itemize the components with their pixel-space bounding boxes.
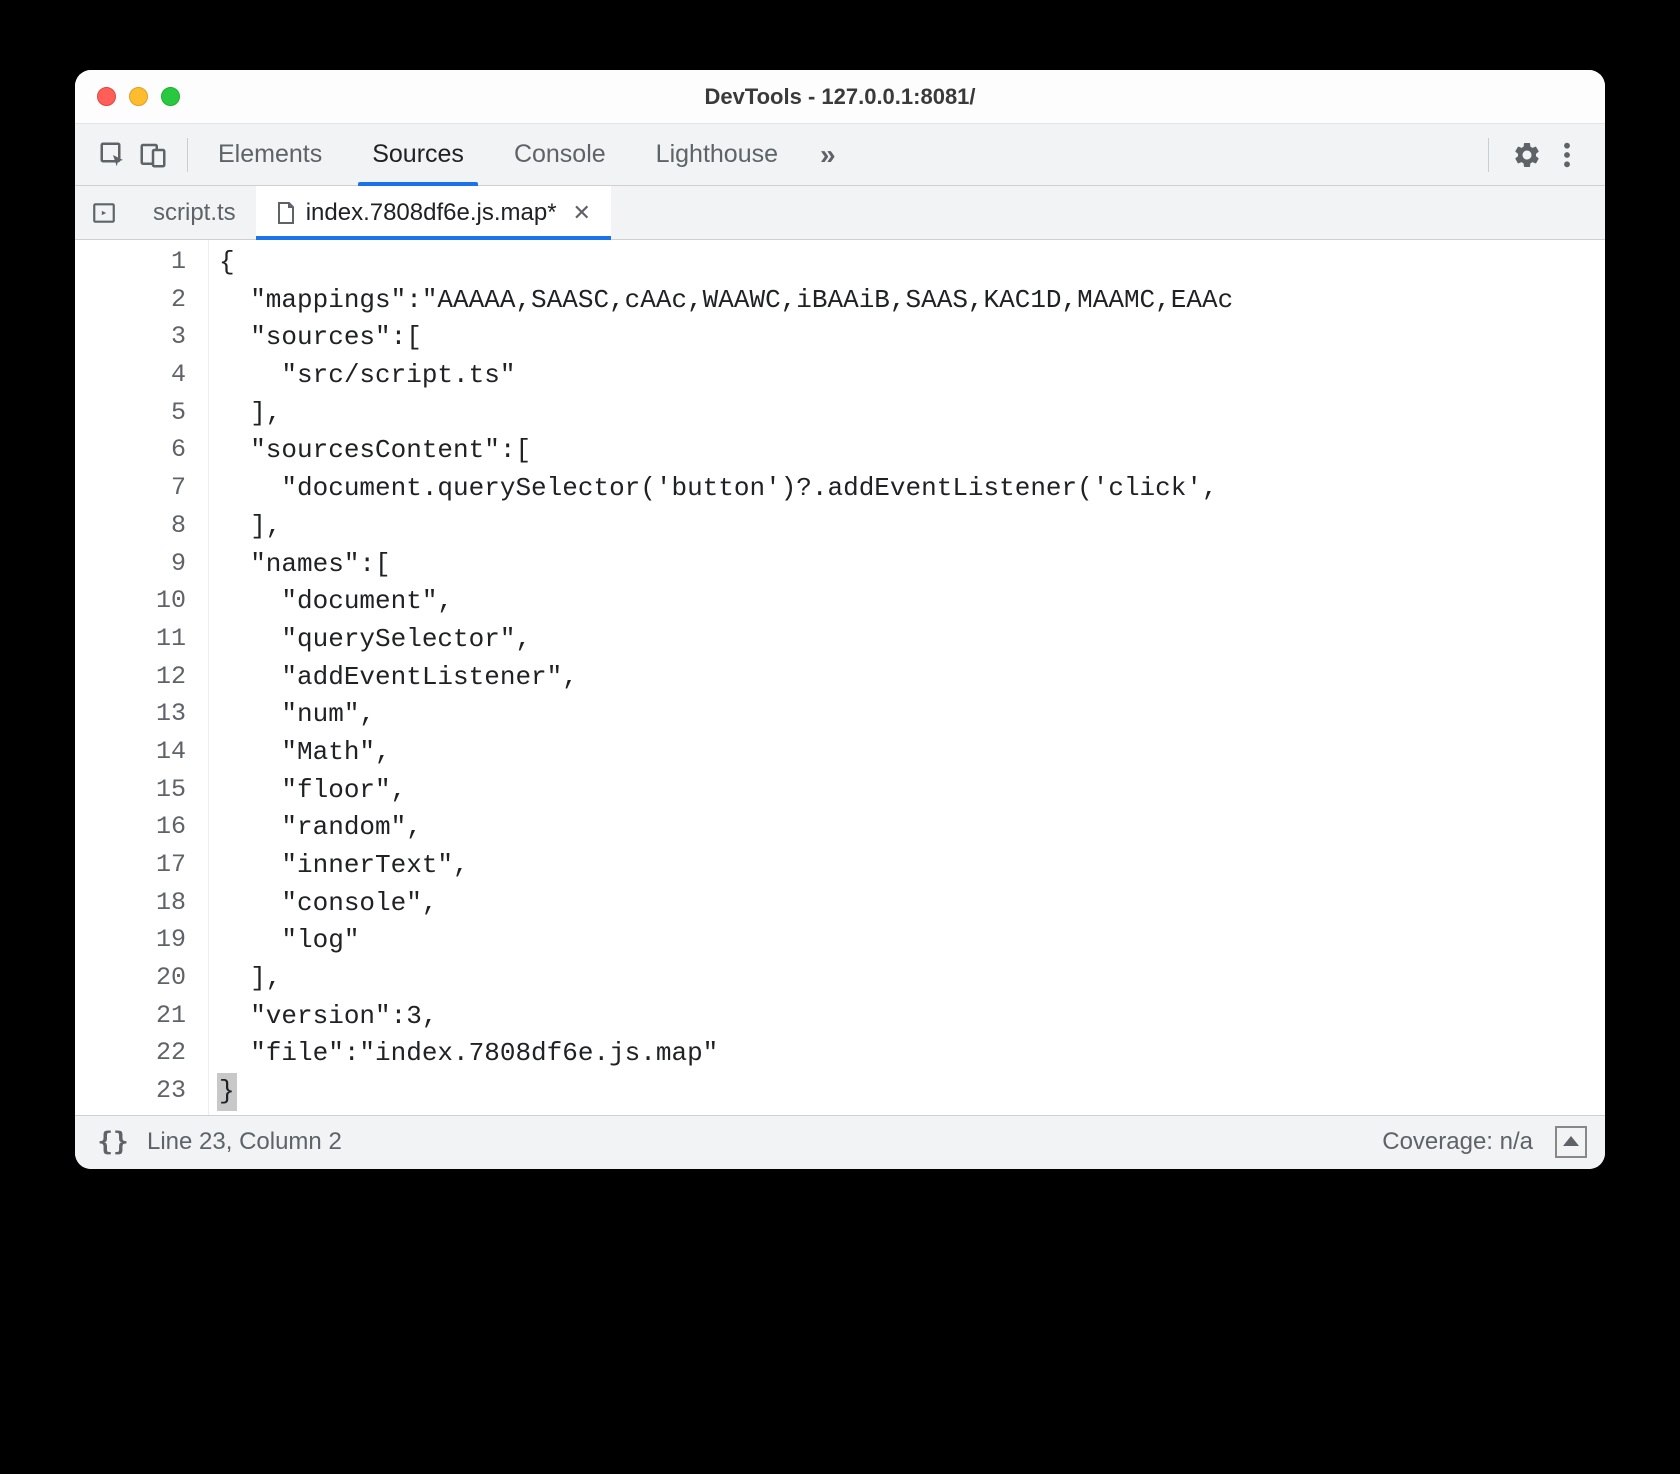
panel-tab-label: Sources [372, 140, 464, 169]
line-number: 8 [75, 508, 186, 546]
line-number: 21 [75, 998, 186, 1036]
code-line[interactable]: "num", [219, 696, 1605, 734]
code-content[interactable]: { "mappings":"AAAAA,SAASC,cAAc,WAAWC,iBA… [209, 240, 1605, 1115]
settings-gear-icon[interactable] [1507, 135, 1547, 175]
panel-tab-label: Console [514, 140, 606, 169]
code-line[interactable]: "querySelector", [219, 621, 1605, 659]
line-number: 7 [75, 470, 186, 508]
main-toolbar: Elements Sources Console Lighthouse » [75, 124, 1605, 186]
toolbar-divider [187, 138, 188, 172]
code-line[interactable]: "Math", [219, 734, 1605, 772]
line-number: 22 [75, 1035, 186, 1073]
window-close-button[interactable] [97, 87, 116, 106]
titlebar: DevTools - 127.0.0.1:8081/ [75, 70, 1605, 124]
coverage-label: Coverage: n/a [1382, 1128, 1533, 1156]
pretty-print-button[interactable]: {} [93, 1127, 133, 1157]
line-number: 13 [75, 696, 186, 734]
panel-tab-lighthouse[interactable]: Lighthouse [654, 124, 780, 185]
code-line[interactable]: "document.querySelector('button')?.addEv… [219, 470, 1605, 508]
code-line[interactable]: "version":3, [219, 998, 1605, 1036]
panel-overflow-button[interactable]: » [820, 139, 832, 171]
line-number: 15 [75, 772, 186, 810]
inspect-element-icon[interactable] [93, 135, 133, 175]
line-number: 4 [75, 357, 186, 395]
code-line[interactable]: ], [219, 395, 1605, 433]
panel-tabs: Elements Sources Console Lighthouse [216, 124, 780, 185]
line-number: 16 [75, 809, 186, 847]
line-number: 19 [75, 922, 186, 960]
status-bar: {} Line 23, Column 2 Coverage: n/a [75, 1115, 1605, 1169]
code-line[interactable]: "document", [219, 583, 1605, 621]
window-maximize-button[interactable] [161, 87, 180, 106]
line-number: 6 [75, 432, 186, 470]
code-line[interactable]: "floor", [219, 772, 1605, 810]
code-line[interactable]: "src/script.ts" [219, 357, 1605, 395]
more-menu-icon[interactable] [1547, 135, 1587, 175]
code-line[interactable]: "sources":[ [219, 319, 1605, 357]
code-line[interactable]: "log" [219, 922, 1605, 960]
file-tab-label: script.ts [153, 199, 236, 227]
line-number: 5 [75, 395, 186, 433]
file-icon [276, 201, 296, 225]
code-editor[interactable]: 1234567891011121314151617181920212223 { … [75, 240, 1605, 1115]
line-number: 18 [75, 885, 186, 923]
panel-tab-label: Lighthouse [656, 140, 778, 169]
navigator-toggle-icon[interactable] [75, 186, 133, 239]
line-number: 3 [75, 319, 186, 357]
traffic-lights [75, 87, 180, 106]
code-line[interactable]: "sourcesContent":[ [219, 432, 1605, 470]
device-toggle-icon[interactable] [133, 135, 173, 175]
line-number: 12 [75, 659, 186, 697]
show-drawer-icon[interactable] [1555, 1126, 1587, 1158]
toolbar-divider [1488, 138, 1489, 172]
panel-tab-elements[interactable]: Elements [216, 124, 324, 185]
code-line[interactable]: } [219, 1073, 1605, 1111]
panel-tab-console[interactable]: Console [512, 124, 608, 185]
close-tab-icon[interactable]: ✕ [573, 200, 591, 226]
file-tab-label: index.7808df6e.js.map* [306, 199, 557, 227]
line-number: 17 [75, 847, 186, 885]
code-line[interactable]: { [219, 244, 1605, 282]
file-tabs: script.ts index.7808df6e.js.map* ✕ [75, 186, 1605, 240]
file-tab-script-ts[interactable]: script.ts [133, 186, 256, 239]
code-line[interactable]: "addEventListener", [219, 659, 1605, 697]
devtools-window: DevTools - 127.0.0.1:8081/ Elements Sour… [75, 70, 1605, 1169]
line-number: 23 [75, 1073, 186, 1111]
window-title: DevTools - 127.0.0.1:8081/ [75, 84, 1605, 110]
code-line[interactable]: "console", [219, 885, 1605, 923]
file-tab-index-map[interactable]: index.7808df6e.js.map* ✕ [256, 186, 611, 239]
line-number: 9 [75, 546, 186, 584]
line-number: 11 [75, 621, 186, 659]
line-number: 10 [75, 583, 186, 621]
cursor-position-label: Line 23, Column 2 [147, 1128, 342, 1156]
code-line[interactable]: "mappings":"AAAAA,SAASC,cAAc,WAAWC,iBAAi… [219, 282, 1605, 320]
code-line[interactable]: "names":[ [219, 546, 1605, 584]
panel-tab-label: Elements [218, 140, 322, 169]
line-number: 1 [75, 244, 186, 282]
window-minimize-button[interactable] [129, 87, 148, 106]
code-line[interactable]: "random", [219, 809, 1605, 847]
code-line[interactable]: "innerText", [219, 847, 1605, 885]
code-line[interactable]: ], [219, 508, 1605, 546]
line-gutter: 1234567891011121314151617181920212223 [75, 240, 209, 1115]
code-line[interactable]: ], [219, 960, 1605, 998]
panel-tab-sources[interactable]: Sources [370, 124, 466, 185]
line-number: 2 [75, 282, 186, 320]
code-line[interactable]: "file":"index.7808df6e.js.map" [219, 1035, 1605, 1073]
line-number: 14 [75, 734, 186, 772]
line-number: 20 [75, 960, 186, 998]
